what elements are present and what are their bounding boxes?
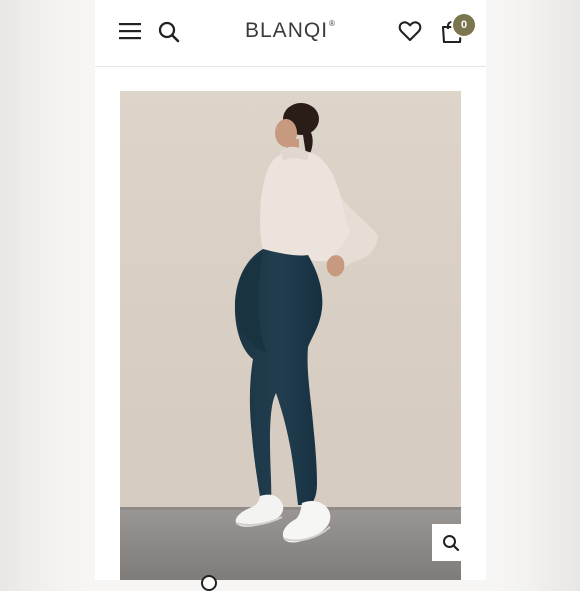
heart-icon[interactable]	[398, 20, 422, 42]
product-page: BLANQI® 0	[95, 0, 486, 591]
zoom-search-icon	[442, 534, 459, 551]
zoom-button[interactable]	[432, 524, 461, 561]
brand-logo-text: BLANQI	[245, 19, 329, 42]
cart-count-badge: 0	[453, 14, 475, 36]
registered-mark: ®	[329, 19, 336, 28]
product-image[interactable]	[120, 91, 461, 580]
product-photo	[120, 91, 461, 580]
menu-icon[interactable]	[119, 21, 141, 41]
brand-logo[interactable]: BLANQI®	[245, 19, 336, 45]
site-header: BLANQI® 0	[95, 0, 486, 67]
search-icon[interactable]	[158, 21, 180, 43]
gallery-dot-active[interactable]	[201, 575, 217, 591]
